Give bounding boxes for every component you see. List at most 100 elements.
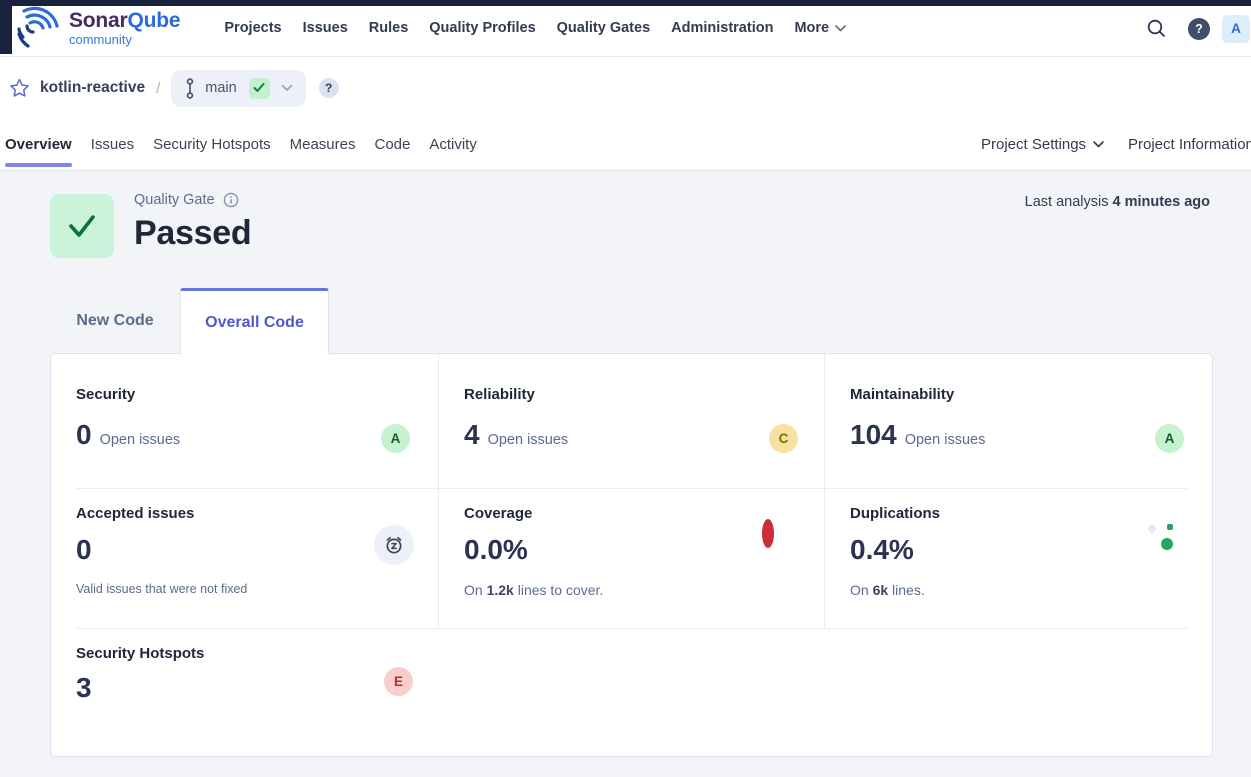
security-metric: Security 0 Open issues A <box>51 354 438 488</box>
nav-item-quality-gates[interactable]: Quality Gates <box>557 20 650 36</box>
coverage-note-lines: 1.2k <box>487 582 514 598</box>
security-hotspots-value-link[interactable]: 3 <box>76 672 92 704</box>
help-button[interactable]: ? <box>1188 0 1210 57</box>
breadcrumb: kotlin-reactive / main ? <box>0 57 1251 119</box>
maintainability-metric: Maintainability 104 Open issues A <box>824 354 1212 488</box>
security-unit: Open issues <box>100 432 181 448</box>
chevron-down-icon <box>835 25 846 32</box>
quality-gate-status: Passed <box>134 214 251 253</box>
security-hotspots-metric: Security Hotspots 3 E <box>51 629 1212 757</box>
nav-item-more[interactable]: More <box>794 20 846 36</box>
security-rating-badge[interactable]: A <box>381 424 410 453</box>
coverage-note-prefix: On <box>464 582 483 598</box>
project-settings-menu[interactable]: Project Settings <box>981 119 1104 170</box>
nav-item-administration[interactable]: Administration <box>671 20 773 36</box>
code-scope-tabs: New Code Overall Code <box>50 288 329 354</box>
duplications-metric: Duplications 0.4% On 6k lines. <box>824 489 1212 628</box>
brand-qube: Qube <box>128 9 181 32</box>
project-settings-label: Project Settings <box>981 136 1086 153</box>
duplications-value: 0.4% <box>850 534 914 566</box>
top-navbar: SonarQube community Projects Issues Rule… <box>0 0 1251 57</box>
tab-issues[interactable]: Issues <box>91 119 134 170</box>
nav-item-projects[interactable]: Projects <box>224 20 281 36</box>
duplications-title: Duplications <box>850 505 1212 522</box>
brand-sonar: Sonar <box>69 9 128 32</box>
help-icon: ? <box>1188 18 1210 40</box>
tab-overall-code[interactable]: Overall Code <box>180 288 329 354</box>
sonar-wave-icon <box>16 6 62 50</box>
security-hotspots-title: Security Hotspots <box>76 645 1212 662</box>
security-value-link[interactable]: 0 Open issues <box>76 419 180 451</box>
duplications-note-prefix: On <box>850 582 869 598</box>
tab-security-hotspots[interactable]: Security Hotspots <box>153 119 271 170</box>
project-information-label: Project Information <box>1128 136 1251 153</box>
tab-code[interactable]: Code <box>374 119 410 170</box>
last-analysis-value: 4 minutes ago <box>1113 194 1211 210</box>
reliability-value-link[interactable]: 4 Open issues <box>464 419 568 451</box>
coverage-value-link[interactable]: 0.0% <box>464 534 528 566</box>
reliability-title: Reliability <box>464 386 824 403</box>
coverage-note: On 1.2k lines to cover. <box>464 582 824 598</box>
tab-activity[interactable]: Activity <box>429 119 477 170</box>
screenshot-left-edge <box>0 0 12 54</box>
snooze-clock-icon <box>374 525 414 565</box>
screenshot-top-edge <box>0 0 1251 6</box>
project-name[interactable]: kotlin-reactive <box>40 79 145 97</box>
chevron-down-icon <box>281 84 293 92</box>
security-title: Security <box>76 386 438 403</box>
accepted-issues-value: 0 <box>76 534 92 566</box>
accepted-issues-title: Accepted issues <box>76 505 438 522</box>
branch-icon <box>184 77 196 100</box>
nav-item-issues[interactable]: Issues <box>303 20 348 36</box>
branch-selector[interactable]: main <box>171 70 305 107</box>
quality-gate-block: Quality Gate Passed <box>134 192 251 253</box>
metrics-row-3: Security Hotspots 3 E <box>51 629 1212 757</box>
branch-name: main <box>205 80 236 96</box>
brand-community: community <box>69 33 180 46</box>
branch-help-icon[interactable]: ? <box>319 78 339 98</box>
overview-content: Quality Gate Passed Last analysis 4 minu… <box>0 170 1251 777</box>
metrics-row-1: Security 0 Open issues A Reliability 4 O… <box>51 354 1212 488</box>
coverage-metric: Coverage 0.0% On 1.2k lines to cover. <box>438 489 824 628</box>
security-value: 0 <box>76 419 92 451</box>
maintainability-value-link[interactable]: 104 Open issues <box>850 419 985 451</box>
last-analysis: Last analysis 4 minutes ago <box>1025 194 1210 210</box>
duplications-note: On 6k lines. <box>850 582 1212 598</box>
security-hotspots-rating-badge[interactable]: E <box>384 667 413 696</box>
quality-gate-label: Quality Gate <box>134 192 215 208</box>
maintainability-value: 104 <box>850 419 897 451</box>
accepted-issues-note: Valid issues that were not fixed <box>76 582 438 596</box>
project-information-button[interactable]: Project Information <box>1128 119 1251 170</box>
overall-code-label: Overall Code <box>205 314 304 332</box>
duplications-value-link[interactable]: 0.4% <box>850 534 914 566</box>
reliability-rating-badge[interactable]: C <box>769 424 798 453</box>
coverage-note-suffix: lines to cover. <box>518 582 604 598</box>
reliability-metric: Reliability 4 Open issues C <box>438 354 824 488</box>
reliability-value: 4 <box>464 419 480 451</box>
maintainability-rating-badge[interactable]: A <box>1155 424 1184 453</box>
tab-measures[interactable]: Measures <box>290 119 356 170</box>
info-icon[interactable] <box>223 192 239 208</box>
main-nav: Projects Issues Rules Quality Profiles Q… <box>224 20 846 36</box>
avatar: A <box>1222 15 1250 43</box>
coverage-value: 0.0% <box>464 534 528 566</box>
nav-item-rules[interactable]: Rules <box>369 20 409 36</box>
breadcrumb-separator: / <box>156 80 160 97</box>
security-hotspots-value: 3 <box>76 672 92 704</box>
metrics-row-2: Accepted issues 0 Valid issues that were… <box>51 489 1212 628</box>
branch-status-passed-icon <box>249 78 270 99</box>
duplications-note-suffix: lines. <box>892 582 925 598</box>
tab-new-code[interactable]: New Code <box>50 288 180 353</box>
quality-gate-passed-icon <box>50 194 114 258</box>
user-menu[interactable]: A <box>1222 0 1250 57</box>
search-button[interactable] <box>1146 0 1167 57</box>
coverage-ring-icon <box>762 525 774 543</box>
accepted-issues-value-link[interactable]: 0 <box>76 534 92 566</box>
sonarqube-logo[interactable]: SonarQube community <box>16 6 180 50</box>
nav-item-quality-profiles[interactable]: Quality Profiles <box>429 20 535 36</box>
brand-text: SonarQube community <box>69 10 180 46</box>
reliability-unit: Open issues <box>488 432 569 448</box>
tab-overview[interactable]: Overview <box>5 119 72 170</box>
nav-more-label: More <box>794 20 829 36</box>
favorite-star-icon[interactable] <box>9 78 30 98</box>
